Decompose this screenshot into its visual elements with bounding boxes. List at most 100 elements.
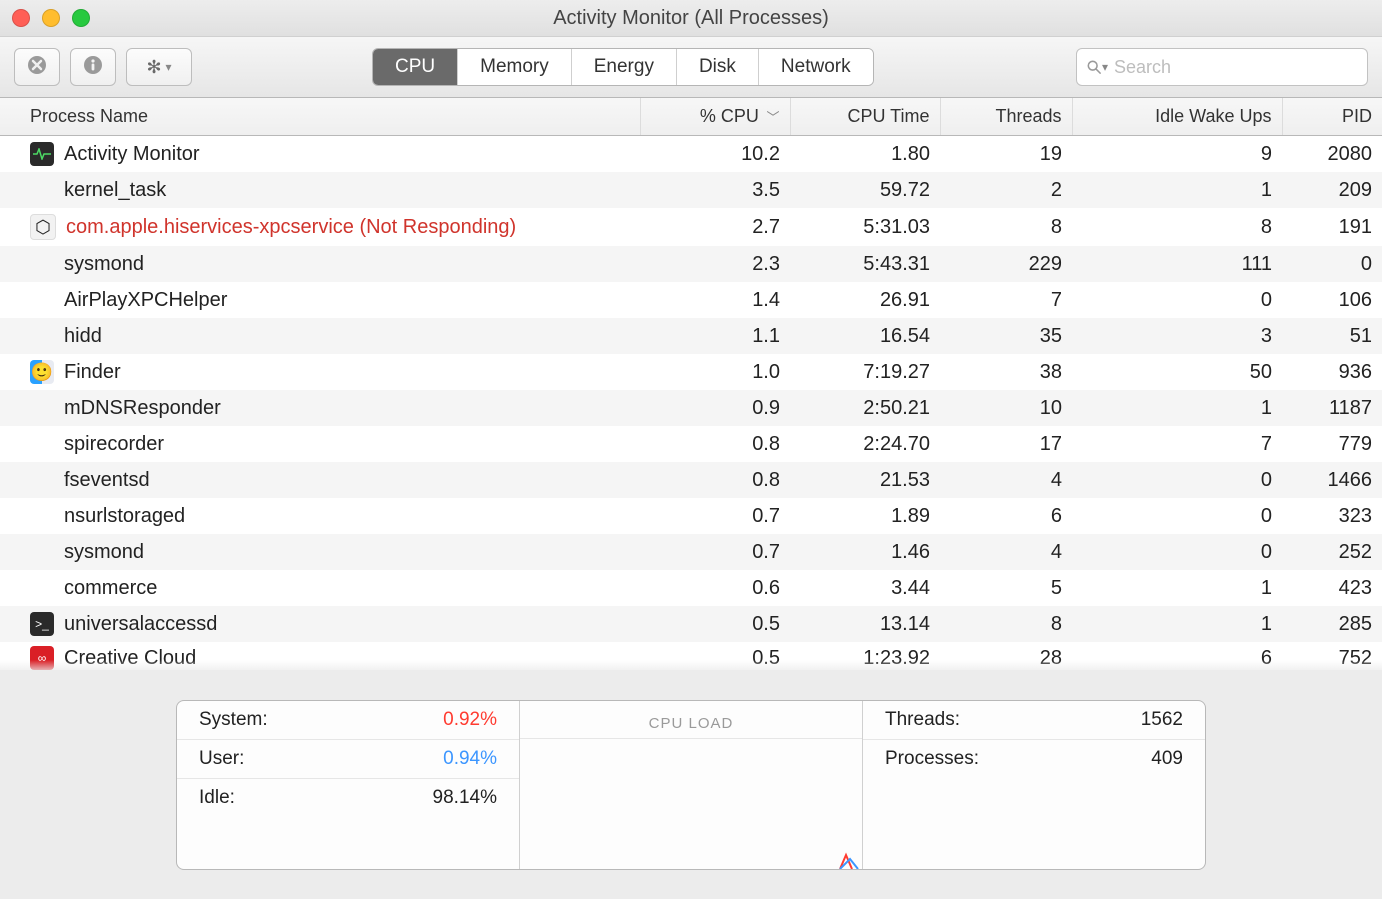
- cpu-percent: 0.7: [640, 534, 790, 570]
- cpu-time: 26.91: [790, 282, 940, 318]
- idle-wake-ups: 1: [1072, 606, 1282, 642]
- idle-wake-ups: 3: [1072, 318, 1282, 354]
- idle-wake-ups: 111: [1072, 246, 1282, 282]
- cpu-percent: 0.8: [640, 462, 790, 498]
- table-row[interactable]: hidd1.116.5435351: [0, 318, 1382, 354]
- process-name: fseventsd: [64, 469, 150, 492]
- cpu-percent: 3.5: [640, 172, 790, 208]
- col-idle-wake-ups[interactable]: Idle Wake Ups: [1072, 98, 1282, 136]
- cpu-percent: 1.1: [640, 318, 790, 354]
- idle-wake-ups: 6: [1072, 642, 1282, 670]
- table-row[interactable]: commerce0.63.4451423: [0, 570, 1382, 606]
- process-name: Activity Monitor: [64, 143, 200, 166]
- tab-memory[interactable]: Memory: [458, 49, 572, 85]
- cpu-percent: 2.3: [640, 246, 790, 282]
- tab-disk[interactable]: Disk: [677, 49, 759, 85]
- cpu-time: 16.54: [790, 318, 940, 354]
- table-row[interactable]: 🙂Finder1.07:19.273850936: [0, 354, 1382, 390]
- cpu-percent: 1.0: [640, 354, 790, 390]
- threads: 5: [940, 570, 1072, 606]
- cpu-percent: 0.7: [640, 498, 790, 534]
- table-row[interactable]: Activity Monitor10.21.801992080: [0, 136, 1382, 173]
- process-name: commerce: [64, 577, 157, 600]
- cpu-time: 1:23.92: [790, 642, 940, 670]
- tab-energy[interactable]: Energy: [572, 49, 677, 85]
- threads: 19: [940, 136, 1072, 173]
- col-process-name[interactable]: Process Name: [0, 98, 640, 136]
- summary-panels: System: 0.92% User: 0.94% Idle: 98.14% C…: [176, 700, 1206, 870]
- options-menu-button[interactable]: ✻ ▾: [126, 48, 192, 86]
- stop-process-button[interactable]: [14, 48, 60, 86]
- threads: 17: [940, 426, 1072, 462]
- user-label: User:: [199, 748, 244, 770]
- search-input[interactable]: [1112, 56, 1357, 79]
- zoom-window-button[interactable]: [72, 9, 90, 27]
- threads: 229: [940, 246, 1072, 282]
- pid: 106: [1282, 282, 1382, 318]
- table-row[interactable]: ⬡com.apple.hiservices-xpcservice (Not Re…: [0, 208, 1382, 246]
- idle-value: 98.14%: [433, 787, 497, 809]
- cpu-percent: 2.7: [640, 208, 790, 246]
- table-row[interactable]: nsurlstoraged0.71.8960323: [0, 498, 1382, 534]
- process-name: sysmond: [64, 541, 144, 564]
- user-value: 0.94%: [443, 748, 497, 770]
- view-tabs: CPU Memory Energy Disk Network: [372, 48, 874, 86]
- activity-monitor-window: Activity Monitor (All Processes) ✻ ▾ CPU…: [0, 0, 1382, 899]
- inspect-process-button[interactable]: [70, 48, 116, 86]
- process-table: Process Name % CPU ﹀ CPU Time Threads Id…: [0, 98, 1382, 670]
- table-row[interactable]: sysmond2.35:43.312291110: [0, 246, 1382, 282]
- pid: 752: [1282, 642, 1382, 670]
- process-name: mDNSResponder: [64, 397, 221, 420]
- table-row[interactable]: spirecorder0.82:24.70177779: [0, 426, 1382, 462]
- col-threads[interactable]: Threads: [940, 98, 1072, 136]
- table-row[interactable]: kernel_task3.559.7221209: [0, 172, 1382, 208]
- cpu-percent: 0.6: [640, 570, 790, 606]
- tab-network[interactable]: Network: [759, 49, 873, 85]
- pid: 1187: [1282, 390, 1382, 426]
- idle-wake-ups: 0: [1072, 282, 1282, 318]
- cpu-time: 1.46: [790, 534, 940, 570]
- idle-wake-ups: 50: [1072, 354, 1282, 390]
- idle-wake-ups: 8: [1072, 208, 1282, 246]
- table-row[interactable]: mDNSResponder0.92:50.211011187: [0, 390, 1382, 426]
- threads: 10: [940, 390, 1072, 426]
- pid: 2080: [1282, 136, 1382, 173]
- col-cpu-time[interactable]: CPU Time: [790, 98, 940, 136]
- window-controls: [12, 9, 90, 27]
- cpu-time: 5:43.31: [790, 246, 940, 282]
- process-name: universalaccessd: [64, 613, 217, 636]
- stop-icon: [27, 55, 47, 80]
- threads-value: 1562: [1141, 709, 1183, 731]
- search-field[interactable]: ▾: [1076, 48, 1368, 86]
- minimize-window-button[interactable]: [42, 9, 60, 27]
- cpu-time: 7:19.27: [790, 354, 940, 390]
- idle-wake-ups: 0: [1072, 462, 1282, 498]
- window-title: Activity Monitor (All Processes): [553, 7, 829, 30]
- table-row[interactable]: AirPlayXPCHelper1.426.9170106: [0, 282, 1382, 318]
- process-name: spirecorder: [64, 433, 164, 456]
- table-row[interactable]: fseventsd0.821.53401466: [0, 462, 1382, 498]
- cpu-time: 1.89: [790, 498, 940, 534]
- table-row[interactable]: sysmond0.71.4640252: [0, 534, 1382, 570]
- close-window-button[interactable]: [12, 9, 30, 27]
- table-row[interactable]: ∞Creative Cloud0.51:23.92286752: [0, 642, 1382, 670]
- idle-wake-ups: 1: [1072, 172, 1282, 208]
- tab-cpu[interactable]: CPU: [373, 49, 458, 85]
- col-cpu[interactable]: % CPU ﹀: [640, 98, 790, 136]
- threads: 8: [940, 606, 1072, 642]
- process-name: Creative Cloud: [64, 647, 196, 670]
- cpu-load-title: CPU LOAD: [520, 701, 862, 738]
- cpu-percent: 0.9: [640, 390, 790, 426]
- table-row[interactable]: >_universalaccessd0.513.1481285: [0, 606, 1382, 642]
- cpu-time: 5:31.03: [790, 208, 940, 246]
- pid: 51: [1282, 318, 1382, 354]
- process-name: Finder: [64, 361, 121, 384]
- cpu-time: 3.44: [790, 570, 940, 606]
- cpu-time: 13.14: [790, 606, 940, 642]
- toolbar: ✻ ▾ CPU Memory Energy Disk Network ▾: [0, 37, 1382, 98]
- col-pid[interactable]: PID: [1282, 98, 1382, 136]
- pid: 0: [1282, 246, 1382, 282]
- cpu-time: 21.53: [790, 462, 940, 498]
- info-icon: [83, 55, 103, 80]
- threads: 6: [940, 498, 1072, 534]
